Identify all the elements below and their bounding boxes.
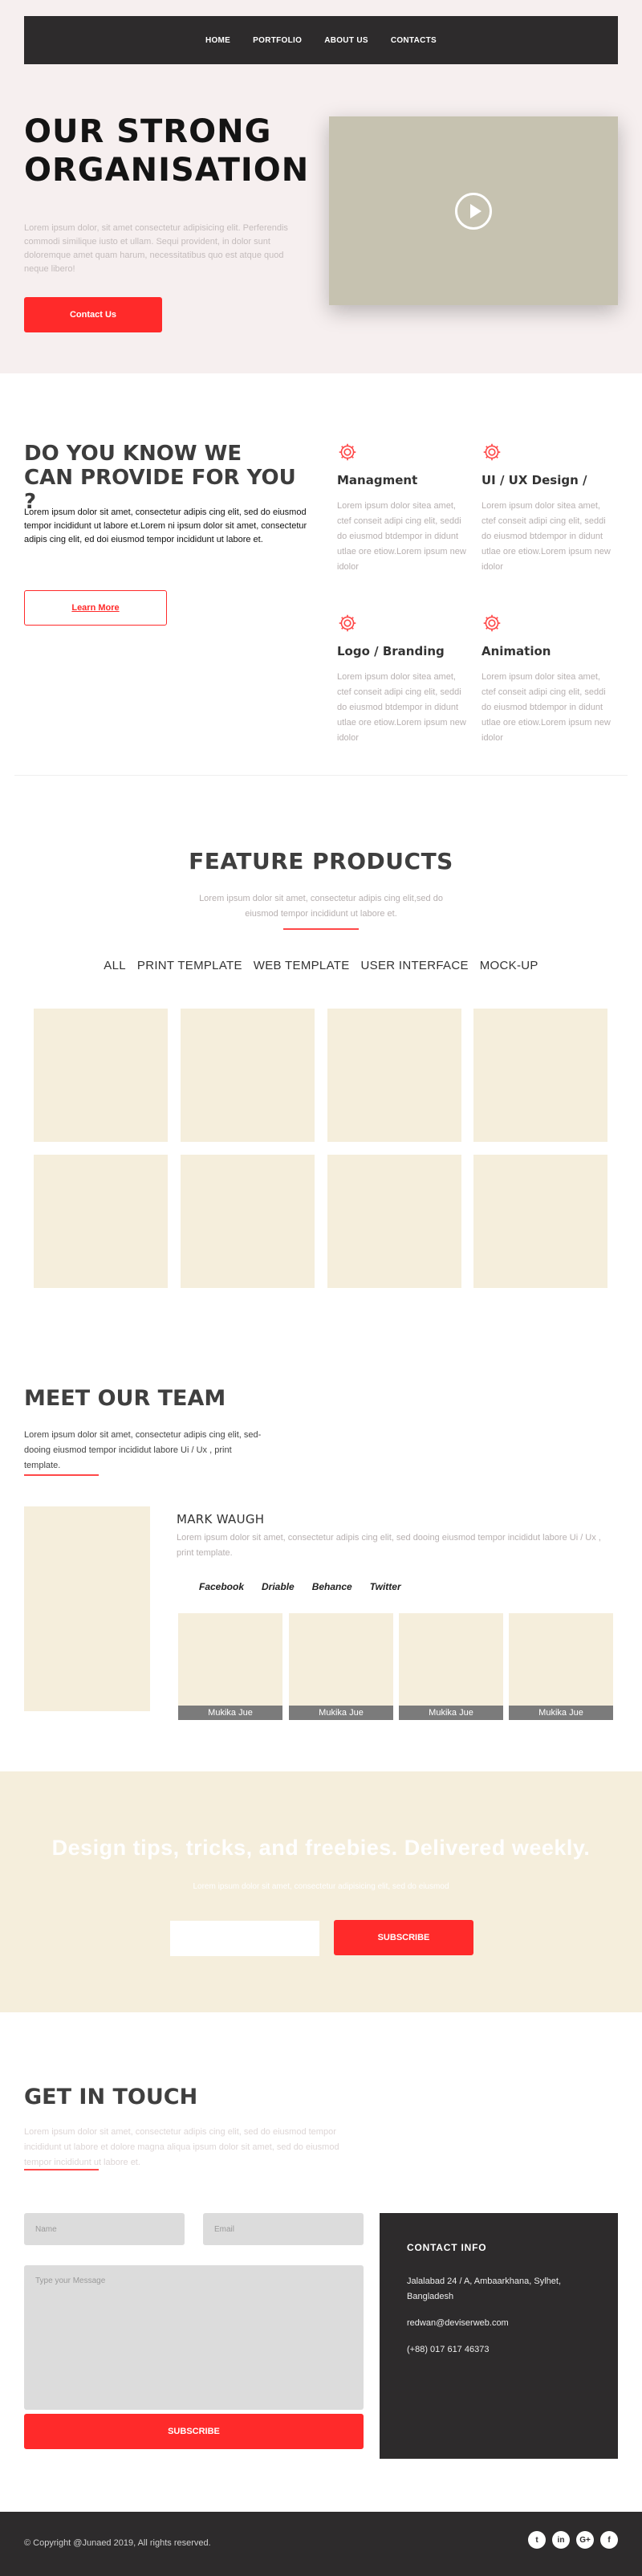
newsletter-title: Design tips, tricks, and freebies. Deliv…	[51, 1836, 591, 1860]
product-tile[interactable]	[34, 1155, 168, 1288]
filter-print-template[interactable]: PRINT TEMPLATE	[137, 959, 242, 972]
service-text: Lorem ipsum dolor sitea amet, ctef conse…	[337, 501, 466, 572]
member-name: MARK WAUGH	[177, 1512, 265, 1526]
footer-social-icons: t in G+ f	[528, 2531, 618, 2549]
title-underline	[24, 2169, 99, 2170]
service-text: Lorem ipsum dolor sitea amet, ctef conse…	[337, 672, 466, 743]
service-logo-branding: Logo / Branding Lorem ipsum dolor sitea …	[337, 613, 469, 746]
team-section: MEET OUR TEAM Lorem ipsum dolor sit amet…	[0, 1314, 642, 1771]
product-tile[interactable]	[473, 1155, 607, 1288]
title-underline	[24, 1474, 99, 1476]
twitter-link[interactable]: Twitter	[370, 1581, 401, 1592]
play-icon[interactable]	[455, 192, 492, 230]
product-tile[interactable]	[181, 1009, 315, 1142]
contact-text: Lorem ipsum dolor sit amet, consectetur …	[24, 2127, 339, 2167]
member-photo	[24, 1506, 150, 1711]
thumb-caption: Mukika Jue	[178, 1706, 282, 1720]
google-plus-icon[interactable]: G+	[576, 2531, 594, 2549]
product-tile[interactable]	[473, 1009, 607, 1142]
service-title: Logo / Branding	[337, 644, 445, 658]
service-title: Animation	[482, 644, 551, 658]
contact-subscribe-button[interactable]: SUBSCRIBE	[24, 2414, 364, 2449]
product-tile[interactable]	[327, 1009, 461, 1142]
product-tile[interactable]	[181, 1155, 315, 1288]
thumb-caption: Mukika Jue	[289, 1706, 393, 1720]
thumb-caption: Mukika Jue	[509, 1706, 613, 1720]
services-title: DO YOU KNOW WE CAN PROVIDE FOR YOU ?	[24, 442, 296, 514]
gear-icon	[483, 614, 501, 632]
service-title: UI / UX Design /	[482, 473, 587, 487]
video-player[interactable]	[329, 116, 618, 305]
contact-title: GET IN TOUCH	[24, 2085, 198, 2109]
filter-user-interface[interactable]: USER INTERFACE	[361, 959, 469, 972]
contact-section: GET IN TOUCH Lorem ipsum dolor sit amet,…	[0, 2012, 642, 2512]
filter-web-template[interactable]: WEB TEMPLATE	[254, 959, 350, 972]
service-title: Managment	[337, 473, 418, 487]
filter-mock-up[interactable]: MOCK-UP	[480, 959, 538, 972]
twitter-icon[interactable]: t	[528, 2531, 546, 2549]
newsletter-email-input[interactable]	[170, 1921, 319, 1956]
service-managment: Managment Lorem ipsum dolor sitea amet, …	[337, 442, 469, 575]
message-field[interactable]	[24, 2265, 364, 2410]
name-field[interactable]	[24, 2213, 185, 2245]
team-title: MEET OUR TEAM	[24, 1386, 226, 1411]
behance-link[interactable]: Behance	[312, 1581, 352, 1592]
nav-home[interactable]: HOME	[205, 36, 230, 45]
contact-email[interactable]: redwan@deviserweb.com	[407, 2316, 591, 2331]
email-field[interactable]	[203, 2213, 364, 2245]
hero-section: HOME PORTFOLIO ABOUT US CONTACTS OUR STR…	[0, 0, 642, 373]
facebook-icon[interactable]: f	[600, 2531, 618, 2549]
thumb-caption: Mukika Jue	[399, 1706, 503, 1720]
product-tile[interactable]	[327, 1155, 461, 1288]
contact-info-title: CONTACT INFO	[407, 2242, 487, 2253]
services-text: Lorem ipsum dolor sit amet, consectetur …	[24, 507, 307, 544]
footer: © Copyright @Junaed 2019, All rights res…	[0, 2512, 642, 2576]
hero-title-line1: OUR STRONG	[24, 113, 272, 150]
feature-title: FEATURE PRODUCTS	[189, 848, 453, 874]
filter-tabs: ALL PRINT TEMPLATE WEB TEMPLATE USER INT…	[0, 959, 642, 972]
service-text: Lorem ipsum dolor sitea amet, ctef conse…	[482, 672, 611, 743]
services-section: DO YOU KNOW WE CAN PROVIDE FOR YOU ? Lor…	[0, 373, 642, 775]
dribbble-link[interactable]: Driable	[262, 1581, 295, 1592]
gear-icon	[339, 443, 356, 461]
subscribe-button[interactable]: SUBSCRIBE	[334, 1920, 473, 1955]
member-text: Lorem ipsum dolor sit amet, consectetur …	[177, 1533, 601, 1558]
contact-info-card: CONTACT INFO Jalalabad 24 / A, Ambaarkha…	[380, 2213, 618, 2459]
nav-portfolio[interactable]: PORTFOLIO	[253, 36, 302, 45]
top-nav: HOME PORTFOLIO ABOUT US CONTACTS	[24, 16, 618, 64]
team-thumb[interactable]: Mukika Jue	[289, 1613, 393, 1720]
learn-more-button[interactable]: Learn More	[24, 590, 167, 626]
newsletter-subtitle: Lorem ipsum dolor sit amet, consectetur …	[193, 1882, 449, 1891]
product-tile[interactable]	[34, 1009, 168, 1142]
contact-phone: (+88) 017 617 46373	[407, 2345, 490, 2354]
filter-all[interactable]: ALL	[104, 959, 126, 972]
team-thumb[interactable]: Mukika Jue	[178, 1613, 282, 1720]
facebook-link[interactable]: Facebook	[199, 1581, 244, 1592]
title-underline	[283, 928, 359, 930]
team-thumb[interactable]: Mukika Jue	[509, 1613, 613, 1720]
hero-title-line2: ORGANISATION	[24, 152, 310, 189]
hero-content: OUR STRONG ORGANISATION Lorem ipsum dolo…	[24, 112, 308, 276]
contact-us-button[interactable]: Contact Us	[24, 297, 162, 332]
copyright-text: © Copyright @Junaed 2019, All rights res…	[24, 2538, 211, 2548]
service-text: Lorem ipsum dolor sitea amet, ctef conse…	[482, 501, 611, 572]
team-text: Lorem ipsum dolor sit amet, consectetur …	[24, 1430, 262, 1470]
nav-contacts[interactable]: CONTACTS	[391, 36, 437, 45]
hero-title: OUR STRONG ORGANISATION	[24, 112, 308, 190]
gear-icon	[483, 443, 501, 461]
hero-text: Lorem ipsum dolor, sit amet consectetur …	[24, 223, 288, 274]
team-thumb[interactable]: Mukika Jue	[399, 1613, 503, 1720]
service-ui-ux: UI / UX Design / Lorem ipsum dolor sitea…	[482, 442, 614, 575]
feature-subtitle: Lorem ipsum dolor sit amet, consectetur …	[199, 894, 443, 919]
newsletter-section: Design tips, tricks, and freebies. Deliv…	[0, 1771, 642, 2012]
gear-icon	[339, 614, 356, 632]
member-socials: Facebook Driable Behance Twitter	[199, 1581, 401, 1592]
nav-about-us[interactable]: ABOUT US	[324, 36, 368, 45]
contact-address: Jalalabad 24 / A, Ambaarkhana, Sylhet, B…	[407, 2276, 562, 2301]
linkedin-icon[interactable]: in	[552, 2531, 570, 2549]
feature-products-section: FEATURE PRODUCTS Lorem ipsum dolor sit a…	[0, 776, 642, 1314]
service-animation: Animation Lorem ipsum dolor sitea amet, …	[482, 613, 614, 746]
